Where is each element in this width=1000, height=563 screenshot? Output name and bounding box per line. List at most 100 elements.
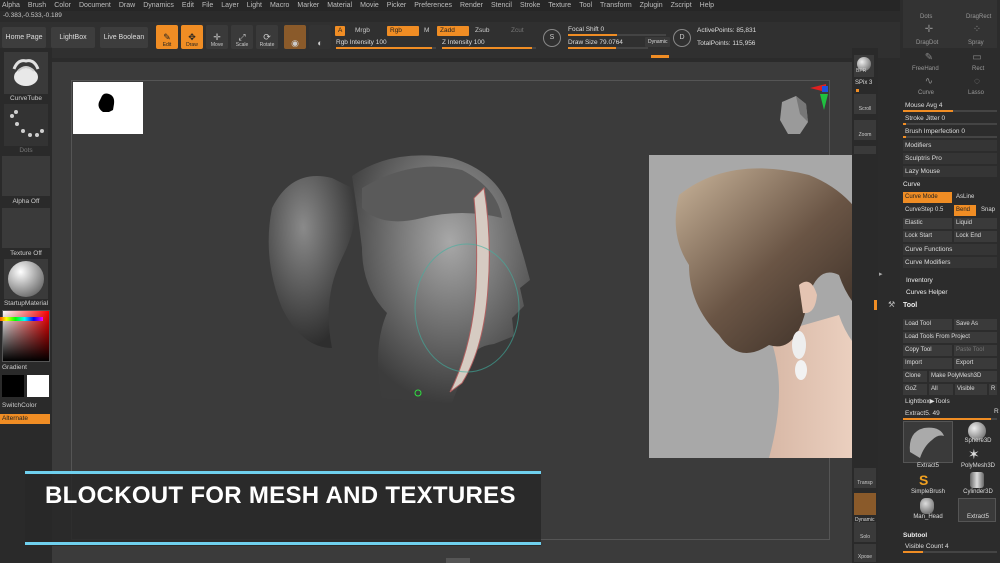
menu-draw[interactable]: Draw [119,0,135,11]
z-intensity-slider[interactable]: Z Intensity 100 [442,38,536,49]
mrgb-toggle[interactable]: Mrgb [352,26,373,36]
material-sphere-button[interactable]: ◉ [284,25,306,49]
export-button[interactable]: Export [954,358,997,369]
zadd-toggle[interactable]: Zadd [437,26,469,36]
liquid-button[interactable]: Liquid [954,218,997,229]
all-button[interactable]: All [929,384,953,395]
menu-color[interactable]: Color [54,0,71,11]
r-toggle[interactable]: R [994,408,999,415]
switch-color-button[interactable]: SwitchColor [2,402,50,409]
move-tool-button[interactable]: ✛ Move [206,25,228,49]
rect-icon[interactable]: ▭ [962,52,992,66]
rgb-toggle[interactable]: Rgb [387,26,419,36]
menu-material[interactable]: Material [327,0,352,11]
lasso-icon[interactable]: ◌ [962,76,992,90]
cylinder3d-icon[interactable] [970,472,984,488]
make-polymesh3d-button[interactable]: Make PolyMesh3D [929,371,997,382]
collapse-arrow-icon[interactable]: ▸ [879,270,883,278]
visible-button[interactable]: Visible [955,384,987,395]
sculptris-pro-menu[interactable]: Sculptris Pro [903,153,997,164]
load-tools-from-project-button[interactable]: Load Tools From Project [903,332,997,343]
stroke-spray[interactable]: Spray [968,40,984,46]
freehand-icon[interactable]: ✎ [914,52,944,66]
ghost-button[interactable] [854,493,876,515]
lock-start-button[interactable]: Lock Start [903,231,952,242]
polymesh-star-icon[interactable]: ✶ [968,446,980,463]
elastic-button[interactable]: Elastic [903,218,952,229]
secondary-color-swatch[interactable] [2,375,24,397]
scale-tool-button[interactable]: ⤢ Scale [231,25,253,49]
focal-shift-slider[interactable]: Focal Shift 0 [568,25,666,36]
solo-button[interactable]: Solo [854,522,876,542]
menu-render[interactable]: Render [460,0,483,11]
primary-color-swatch[interactable] [27,375,49,397]
draw-size-slider[interactable]: Draw Size 79.0764 [568,38,648,49]
rotate-tool-button[interactable]: ⟳ Rotate [256,25,278,49]
lock-end-button[interactable]: Lock End [954,231,997,242]
goz-button[interactable]: GoZ [903,384,927,395]
m-toggle[interactable]: M [421,26,432,36]
menu-document[interactable]: Document [79,0,111,11]
stroke-thumbnail[interactable] [4,104,48,146]
bottom-scroll-handle[interactable] [446,558,470,563]
menu-preferences[interactable]: Preferences [414,0,452,11]
load-tool-button[interactable]: Load Tool [903,319,952,330]
lazy-mouse-menu[interactable]: Lazy Mouse [903,166,997,177]
dynamic-toggle[interactable]: Dynamic [645,37,671,47]
menu-tool[interactable]: Tool [579,0,592,11]
curve-mode-button[interactable]: Curve Mode [903,192,952,203]
menu-transform[interactable]: Transform [600,0,632,11]
curve-functions-menu[interactable]: Curve Functions [903,244,997,255]
panel-divider[interactable] [874,300,877,310]
copy-tool-button[interactable]: Copy Tool [903,345,952,356]
zsub-toggle[interactable]: Zsub [472,26,492,36]
navigation-thumbnail[interactable] [73,82,143,134]
lightbox-button[interactable]: LightBox [51,27,95,48]
orientation-gizmo[interactable] [770,82,832,152]
hue-strip[interactable] [0,317,43,321]
snap-button[interactable]: Snap [979,205,997,216]
asline-button[interactable]: AsLine [954,192,997,203]
clone-button[interactable]: Clone [903,371,927,382]
tool-header[interactable]: Tool [903,302,917,309]
live-boolean-button[interactable]: Live Boolean [100,27,148,48]
s-brush-icon[interactable]: S [543,29,561,47]
man-head-icon[interactable] [920,498,934,514]
menu-marker[interactable]: Marker [297,0,319,11]
subtool-header[interactable]: Subtool [903,532,927,539]
actual-button[interactable] [854,146,876,154]
draw-tool-button[interactable]: ✥ Draw [181,25,203,49]
save-as-button[interactable]: Save As [954,319,997,330]
menu-help[interactable]: Help [700,0,714,11]
stroke-dragrect-top[interactable]: DragRect [966,14,991,20]
modifiers-menu[interactable]: Modifiers [903,140,997,151]
transp-button[interactable]: Transp [854,468,876,488]
bend-button[interactable]: Bend [954,205,976,216]
lightbox-tools-button[interactable]: Lightbox▶Tools [903,396,997,407]
paste-tool-button[interactable]: Paste Tool [954,345,997,356]
curvestep-slider[interactable]: CurveStep 0.5 [903,205,952,216]
spix-label[interactable]: SPix 3 [855,80,872,86]
stroke-dragdot[interactable]: DragDot [916,40,938,46]
curve-icon[interactable]: ∿ [914,76,944,90]
menu-macro[interactable]: Macro [270,0,289,11]
zoom-button[interactable]: Zoom [854,120,876,140]
simplebrush-icon[interactable]: S [919,472,928,488]
xpose-button[interactable]: Xpose [854,544,876,562]
edit-tool-button[interactable]: ✎ Edit [156,25,178,49]
curves-helper-menu[interactable]: Curves Helper [906,289,948,296]
menu-stencil[interactable]: Stencil [491,0,512,11]
menu-file[interactable]: File [202,0,213,11]
stroke-dots[interactable]: Dots [920,14,932,20]
menu-dynamics[interactable]: Dynamics [143,0,174,11]
alternate-button[interactable]: Alternate [0,414,50,424]
rgb-intensity-slider[interactable]: Rgb Intensity 100 [336,38,436,49]
brush-thumbnail[interactable] [4,52,48,94]
scroll-button[interactable]: Scroll [854,94,876,114]
menu-layer[interactable]: Layer [221,0,239,11]
stroke-curve[interactable]: Curve [918,90,934,96]
menu-zplugin[interactable]: Zplugin [640,0,663,11]
a-toggle[interactable]: A [335,26,346,36]
menu-texture[interactable]: Texture [548,0,571,11]
menu-light[interactable]: Light [247,0,262,11]
